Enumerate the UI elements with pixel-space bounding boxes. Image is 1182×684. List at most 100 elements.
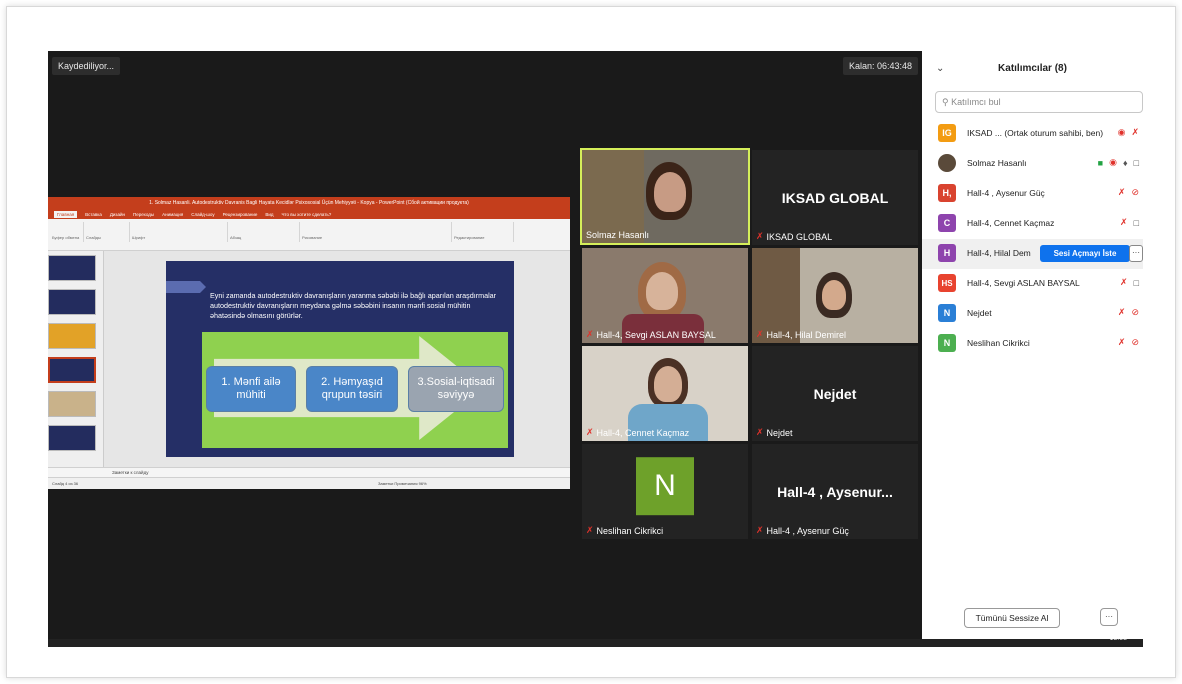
video-tile-nejdet[interactable]: Nejdet ✗ Nejdet xyxy=(752,346,918,441)
slide-text: Eyni zamanda autodestruktiv davranışları… xyxy=(210,291,497,320)
participant-row[interactable]: IG IKSAD ... (Ortak oturum sahibi, ben) … xyxy=(922,119,1143,149)
person-face xyxy=(654,172,686,212)
mic-muted-icon: ✗ xyxy=(756,329,764,339)
video-tile-sevgi[interactable]: ✗ Hall-4, Sevgi ASLAN BAYSAL xyxy=(582,248,748,343)
participant-status: ■ ◉ ♦ □ xyxy=(1098,157,1139,168)
participant-name: Nejdet xyxy=(967,308,992,318)
mic-muted-icon: ✗ xyxy=(756,231,764,241)
tile-name: ✗ Hall-4, Hilal Demirel xyxy=(756,329,847,340)
ppt-ribbon: Буфер обмена Слайды Шрифт Абзац Рисовани… xyxy=(48,219,570,251)
slide-diagram: 1. Mənfi ailə mühiti 2. Həmyaşıd qrupun … xyxy=(202,332,508,448)
ppt-window-title: 1. Solmaz Hasanli. Autodestruktiv Davran… xyxy=(48,197,570,209)
avatar: IG xyxy=(938,124,956,142)
video-tile-cennet[interactable]: ✗ Hall-4, Cennet Kaçmaz xyxy=(582,346,748,441)
participant-name: Hall-4, Sevgi ASLAN BAYSAL xyxy=(967,278,1080,288)
slide-thumbnail xyxy=(48,391,96,417)
avatar: N xyxy=(636,456,694,515)
ppt-ribbon-group: Шрифт xyxy=(132,222,228,242)
slide-notes: Заметки к слайду xyxy=(48,467,570,477)
participant-row[interactable]: C Hall-4, Cennet Kaçmaz ✗ □ xyxy=(922,209,1143,239)
mic-muted-icon: ✗ xyxy=(1120,217,1128,227)
ppt-tab: Вид xyxy=(265,211,274,217)
tile-name: ✗ IKSAD GLOBAL xyxy=(756,231,833,242)
view-controls: Заметки Примечания 96% xyxy=(378,481,427,486)
tile-name: ✗ Hall-4 , Aysenur Güç xyxy=(756,525,849,536)
avatar: H, xyxy=(938,184,956,202)
ppt-tab: Рецензирование xyxy=(222,211,258,217)
participant-row[interactable]: H Hall-4, Hilal Dem Sesi Açmayı İste ··· xyxy=(922,239,1143,269)
slide-counter: Слайд 4 из 36 xyxy=(52,481,79,486)
recording-indicator[interactable]: Kaydediliyor... xyxy=(52,57,121,75)
ppt-tab: Главная xyxy=(54,210,78,218)
tile-name: ✗ Nejdet xyxy=(756,427,793,438)
participant-row[interactable]: N Nejdet ✗ ⊘ xyxy=(922,299,1143,329)
ppt-status-bar: Слайд 4 из 36 Заметки Примечания 96% xyxy=(48,477,570,489)
mic-muted-icon: ✗ xyxy=(756,427,764,437)
participant-row[interactable]: N Neslihan Cikrikci ✗ ⊘ xyxy=(922,329,1143,359)
avatar: N xyxy=(938,304,956,322)
meeting-area: Kaydediliyor... Kalan: 06:43:48 1. Solma… xyxy=(48,51,922,639)
ppt-tab: Что вы хотите сделать? xyxy=(281,211,332,217)
video-tile-aysenur[interactable]: Hall-4 , Aysenur... ✗ Hall-4 , Aysenur Gü… xyxy=(752,444,918,539)
diagram-box: 1. Mənfi ailə mühiti xyxy=(206,366,296,412)
person-face xyxy=(646,272,678,310)
mic-muted-icon: ✗ xyxy=(586,329,594,339)
participant-status: ✗ ⊘ xyxy=(1118,187,1139,198)
participant-row[interactable]: Solmaz Hasanlı ■ ◉ ♦ □ xyxy=(922,149,1143,179)
search-placeholder: Katılımcı bul xyxy=(951,97,1001,107)
mic-muted-icon: ✗ xyxy=(1117,337,1126,347)
participant-name: Hall-4 , Aysenur Güç xyxy=(967,188,1045,198)
windows-taskbar: 13:08 xyxy=(48,635,1143,647)
ppt-tab: Анимация xyxy=(162,211,184,217)
participant-status: ✗ ⊘ xyxy=(1118,307,1139,318)
participant-status: ✗ ⊘ xyxy=(1118,337,1139,348)
current-slide: Eyni zamanda autodestruktiv davranışları… xyxy=(166,261,514,457)
video-tile-iksad[interactable]: IKSAD GLOBAL ✗ IKSAD GLOBAL xyxy=(752,150,918,245)
shared-screen: 1. Solmaz Hasanli. Autodestruktiv Davran… xyxy=(48,197,570,489)
ask-to-unmute-button[interactable]: Sesi Açmayı İste xyxy=(1040,245,1130,262)
tile-name: ✗ Hall-4, Cennet Kaçmaz xyxy=(586,427,690,438)
tile-name: ✗ Hall-4, Sevgi ASLAN BAYSAL xyxy=(586,329,716,340)
video-tile-solmaz[interactable]: Solmaz Hasanlı xyxy=(580,148,750,245)
video-off-icon: ⊘ xyxy=(1131,307,1139,317)
slide-thumbnail xyxy=(48,357,96,383)
participant-name: Hall-4, Cennet Kaçmaz xyxy=(967,218,1055,228)
search-icon: ⚲ xyxy=(942,97,952,107)
ppt-ribbon-group: Буфер обмена xyxy=(52,222,84,242)
ppt-ribbon-group: Слайды xyxy=(86,222,130,242)
participant-status: ✗ □ xyxy=(1120,277,1139,288)
video-icon: □ xyxy=(1133,217,1139,228)
ppt-ribbon-tabs: Главная Вставка Дизайн Переходы Анимация… xyxy=(48,209,570,219)
more-options-button[interactable]: ··· xyxy=(1129,245,1143,262)
avatar xyxy=(938,154,956,172)
mic-muted-icon: ✗ xyxy=(586,427,594,437)
participant-row[interactable]: H, Hall-4 , Aysenur Güç ✗ ⊘ xyxy=(922,179,1143,209)
person-face xyxy=(822,280,846,310)
participant-row[interactable]: HS Hall-4, Sevgi ASLAN BAYSAL ✗ □ xyxy=(922,269,1143,299)
video-icon: □ xyxy=(1133,277,1139,288)
more-options-button[interactable]: ··· xyxy=(1100,608,1118,626)
tile-display-name: Nejdet xyxy=(813,385,857,402)
slide-thumbnail xyxy=(48,425,96,451)
mic-muted-icon: ✗ xyxy=(586,525,594,535)
tile-name: Solmaz Hasanlı xyxy=(586,230,650,240)
ppt-tab: Вставка xyxy=(85,211,102,217)
video-icon: □ xyxy=(1133,157,1139,168)
ppt-tab: Слайд-шоу xyxy=(191,211,215,217)
panel-header: ⌄ Katılımcılar (8) xyxy=(922,51,1143,87)
slide-thumbnail xyxy=(48,255,96,281)
participant-name: Solmaz Hasanlı xyxy=(967,158,1027,168)
mic-muted-icon: ✗ xyxy=(1117,307,1126,317)
mute-all-button[interactable]: Tümünü Sessize Al xyxy=(964,608,1060,628)
participant-search-input[interactable]: ⚲ Katılımcı bul xyxy=(935,91,1143,113)
avatar: HS xyxy=(938,274,956,292)
video-tile-hilal[interactable]: ✗ Hall-4, Hilal Demirel xyxy=(752,248,918,343)
mic-muted-icon: ✗ xyxy=(756,525,764,535)
mic-icon: ♦ xyxy=(1122,157,1128,168)
participant-name: Hall-4, Hilal Dem xyxy=(967,248,1031,258)
recording-icon: ◉ xyxy=(1117,127,1126,137)
avatar: H xyxy=(938,244,956,262)
tile-display-name: Hall-4 , Aysenur... xyxy=(777,483,893,500)
video-tile-neslihan[interactable]: N ✗ Neslihan Cikrikci xyxy=(582,444,748,539)
slide-decor-arrow xyxy=(166,281,206,293)
